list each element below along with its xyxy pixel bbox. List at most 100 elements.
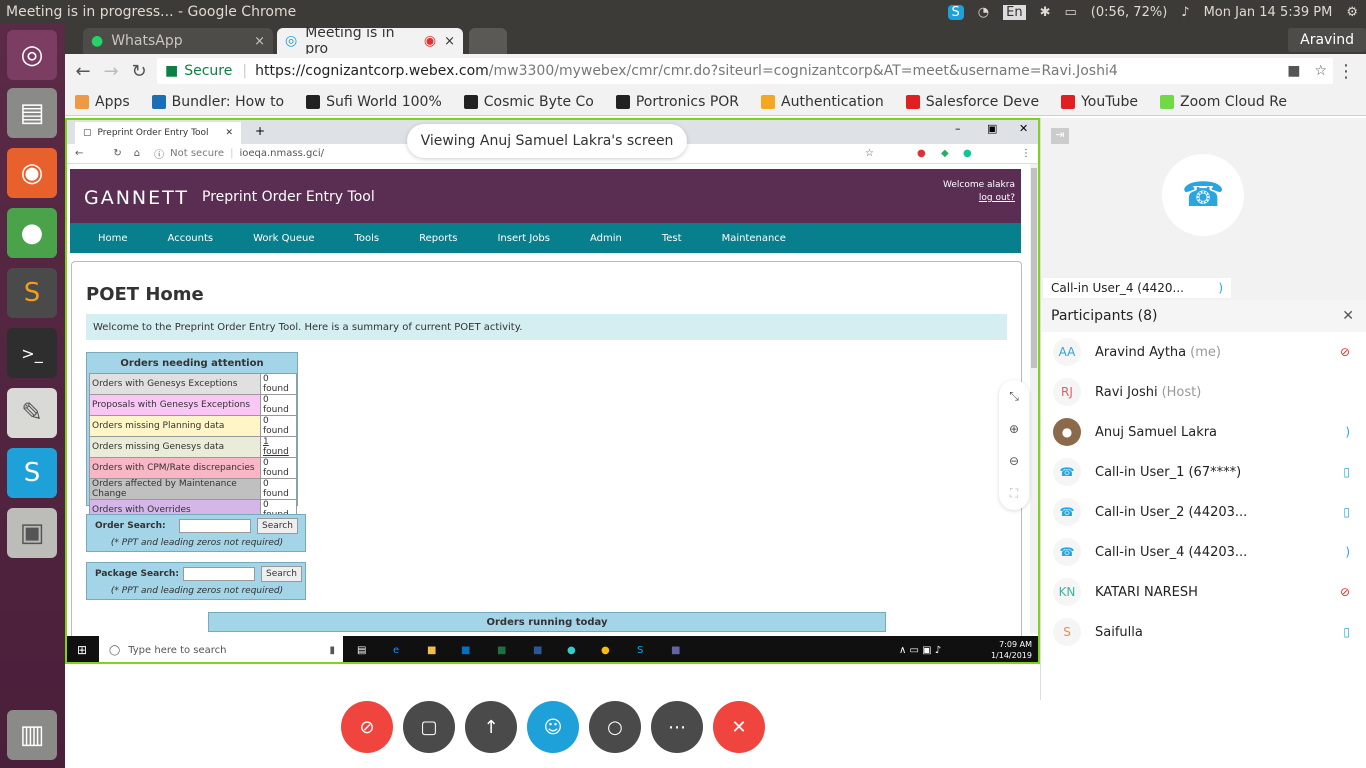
bluetooth-icon[interactable]: ✱ [1040,5,1051,20]
mic-speaking-icon[interactable]: ) [1345,545,1350,559]
files-icon[interactable]: ▤ [7,88,57,138]
order-search-input[interactable] [179,519,251,533]
grammarly-icon[interactable]: ● [963,148,972,159]
bookmark-cosmic-byte[interactable]: Cosmic Byte Co [463,94,594,110]
mute-button[interactable]: ⊘ [341,701,393,753]
shared-screen[interactable]: ▢ Preprint Order Entry Tool ✕ + – ▣ ✕ ← … [65,118,1040,664]
nav-maintenance[interactable]: Maintenance [706,233,802,244]
new-tab-button[interactable] [469,28,507,54]
nav-home[interactable]: Home [70,233,152,244]
mic-icon[interactable]: ▯ [1343,505,1350,519]
nav-work-queue[interactable]: Work Queue [237,233,338,244]
bookmark-apps[interactable]: Apps [75,94,130,110]
bookmark-zoom[interactable]: Zoom Cloud Re [1160,94,1287,110]
excel-icon[interactable]: ■ [497,645,506,656]
participant-row[interactable]: ☎ Call-in User_1 (67****) ▯ [1041,452,1366,492]
table-row[interactable]: Orders with CPM/Rate discrepancies 0 foun… [89,457,297,479]
profile-button[interactable]: Aravind [1288,28,1366,52]
minimize-icon[interactable]: – [955,122,961,135]
bookmark-star-icon[interactable]: ☆ [1314,63,1327,79]
terminal-icon[interactable]: >_ [7,328,57,378]
skype-taskbar-icon[interactable]: S [637,645,643,656]
participant-row[interactable]: S Saifulla ▯ [1041,612,1366,652]
firefox-icon[interactable]: ◉ [7,148,57,198]
participant-row[interactable]: AA Aravind Aytha (me) ⊘ [1041,332,1366,372]
clock[interactable]: Mon Jan 14 5:39 PM [1204,5,1333,20]
participant-row[interactable]: ☎ Call-in User_4 (44203... ) [1041,532,1366,572]
word-icon[interactable]: ■ [533,645,542,656]
chrome-taskbar-icon[interactable]: ● [601,645,610,656]
camera-icon[interactable]: ■ [1287,63,1300,79]
volume-icon[interactable]: ♪ [1181,5,1189,20]
close-tab-icon[interactable]: × [444,34,455,49]
settings-gear-icon[interactable]: ⚙ [1346,5,1358,20]
nav-admin[interactable]: Admin [574,233,646,244]
windows-search[interactable]: ◯ Type here to search ▮ [99,636,343,662]
leave-meeting-button[interactable]: ✕ [713,701,765,753]
trash-icon[interactable]: ▥ [7,710,57,760]
participant-row[interactable]: RJ Ravi Joshi (Host) [1041,372,1366,412]
nav-accounts[interactable]: Accounts [152,233,238,244]
close-icon[interactable]: ✕ [1342,308,1354,324]
chat-button[interactable]: ○ [589,701,641,753]
input-language[interactable]: En [1003,4,1026,20]
nav-tools[interactable]: Tools [338,233,403,244]
address-bar[interactable]: ■ Secure | https://cognizantcorp.webex.c… [157,58,1333,84]
app-icon[interactable]: ● [567,645,576,656]
table-row[interactable]: Orders affected by Maintenance Change 0 f… [89,478,297,500]
menu-icon[interactable]: ⋮ [1332,61,1360,82]
video-button[interactable]: ▢ [403,701,455,753]
table-row[interactable]: Orders missing Planning data 0 found [89,415,297,437]
forward-icon[interactable]: → [97,61,125,82]
table-row[interactable]: Proposals with Genesys Exceptions 0 found [89,394,297,416]
new-tab-icon[interactable]: + [255,124,265,138]
zoom-out-icon[interactable]: ⊖ [1009,454,1019,468]
table-row[interactable]: Orders with Genesys Exceptions 0 found [89,373,297,395]
outlook-icon[interactable]: ■ [461,645,470,656]
wifi-icon[interactable]: ◔ [978,5,989,20]
participant-row[interactable]: ☎ Call-in User_2 (44203... ▯ [1041,492,1366,532]
task-view-icon[interactable]: ▤ [357,645,366,656]
explorer-icon[interactable]: ■ [427,645,436,656]
back-icon[interactable]: ← [75,148,83,159]
windows-clock[interactable]: 7:09 AM 1/14/2019 [991,639,1032,661]
participant-row[interactable]: ● Anuj Samuel Lakra ) [1041,412,1366,452]
extension-icon[interactable]: ◆ [941,148,949,159]
back-icon[interactable]: ← [69,61,97,82]
ubuntu-dash-icon[interactable]: ◎ [7,30,57,80]
chrome-icon[interactable]: ● [7,208,57,258]
close-tab-icon[interactable]: × [254,34,265,49]
zoom-in-icon[interactable]: ⊕ [1009,422,1019,436]
fullscreen-icon[interactable]: ⛶ [1010,486,1018,501]
teams-icon[interactable]: ■ [671,645,680,656]
nav-insert-jobs[interactable]: Insert Jobs [481,233,574,244]
remote-tab[interactable]: ▢ Preprint Order Entry Tool ✕ [75,122,241,144]
mic-icon[interactable]: ▯ [1343,625,1350,639]
battery-status[interactable]: (0:56, 72%) [1091,5,1168,20]
mic-muted-icon[interactable]: ⊘ [1340,585,1350,599]
menu-icon[interactable]: ⋮ [1021,148,1031,159]
more-options-button[interactable]: ⋯ [651,701,703,753]
skype-tray-icon[interactable]: S [947,4,964,20]
mic-icon[interactable]: ▯ [1343,465,1350,479]
participant-row[interactable]: KN KATARI NARESH ⊘ [1041,572,1366,612]
package-search-button[interactable]: Search [261,566,302,582]
reload-icon[interactable]: ↻ [113,148,121,159]
tray-icons[interactable]: ∧ ▭ ▣ ♪ [899,645,941,656]
bookmark-portronics[interactable]: Portronics POR [615,94,739,110]
reload-icon[interactable]: ↻ [125,61,153,82]
order-search-button[interactable]: Search [257,518,298,534]
close-window-icon[interactable]: ✕ [1019,122,1028,135]
bookmark-bundler[interactable]: Bundler: How to [151,94,284,110]
disk-icon[interactable]: ▣ [7,508,57,558]
nav-reports[interactable]: Reports [403,233,481,244]
nav-test[interactable]: Test [646,233,706,244]
logout-link[interactable]: log out? [943,192,1015,205]
restore-icon[interactable]: ▣ [987,122,997,135]
mic-icon[interactable]: ▮ [329,645,335,656]
sublime-text-icon[interactable]: S [7,268,57,318]
close-icon[interactable]: ✕ [225,128,233,138]
fit-screen-icon[interactable]: ⤡ [1009,389,1019,404]
home-icon[interactable]: ⌂ [134,148,140,159]
tab-meeting[interactable]: ◎ Meeting is in pro ◉ × [277,25,463,57]
